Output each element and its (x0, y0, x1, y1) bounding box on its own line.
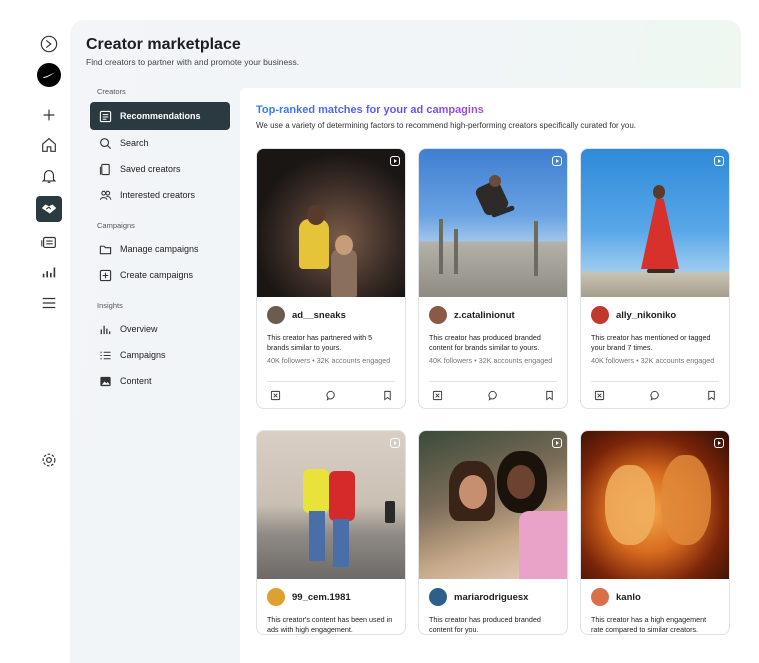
reel-icon (390, 438, 400, 448)
add-box-icon (98, 268, 112, 282)
sidebar-item-label: Overview (120, 324, 158, 334)
section-description: We use a variety of determining factors … (256, 121, 637, 130)
sidebar-item-label: Manage campaigns (120, 244, 199, 254)
creator-card[interactable]: ally_nikoniko This creator has mentioned… (580, 148, 730, 409)
ad-icon[interactable] (269, 389, 281, 401)
sidebar-item-saved-creators[interactable]: Saved creators (90, 156, 230, 182)
sidebar-item-interested-creators[interactable]: Interested creators (90, 182, 230, 208)
sidebar-item-recommendations[interactable]: Recommendations (90, 102, 230, 130)
section-heading: Top-ranked matches for your ad campagins (256, 104, 484, 116)
creator-description: This creator's content has been used in … (267, 615, 393, 634)
left-rail (0, 0, 70, 663)
creator-handle[interactable]: kanlo (616, 592, 641, 603)
creator-stats: 40K followers • 32K accounts engaged (267, 356, 391, 365)
sidebar-item-label: Content (120, 376, 152, 386)
avatar (591, 588, 609, 606)
reel-icon (714, 438, 724, 448)
creator-stats: 40K followers • 32K accounts engaged (429, 356, 553, 365)
bookmark-icon[interactable] (543, 389, 555, 401)
meta-logo-icon[interactable] (36, 31, 62, 57)
reel-icon (714, 156, 724, 166)
image-icon (98, 374, 112, 388)
avatar (267, 588, 285, 606)
creator-handle[interactable]: ally_nikoniko (616, 310, 676, 321)
sidebar-item-label: Search (120, 138, 149, 148)
message-icon[interactable] (487, 389, 499, 401)
sidebar-item-manage-campaigns[interactable]: Manage campaigns (90, 236, 230, 262)
sidebar-item-search[interactable]: Search (90, 130, 230, 156)
creator-content-image[interactable] (419, 149, 567, 297)
creator-description: This creator has mentioned or tagged you… (591, 333, 711, 352)
sidebar-item-label: Create campaigns (120, 270, 194, 280)
avatar (267, 306, 285, 324)
nike-avatar-icon[interactable] (37, 63, 61, 87)
creator-card[interactable]: z.catalinionut This creator has produced… (418, 148, 568, 409)
creator-content-image[interactable] (257, 431, 405, 579)
sidebar-item-content[interactable]: Content (90, 368, 230, 394)
sidebar-item-campaigns-insights[interactable]: Campaigns (90, 342, 230, 368)
interested-icon (98, 188, 112, 202)
sidebar: Creators Recommendations Search Saved cr… (90, 86, 230, 394)
avatar (591, 306, 609, 324)
sidebar-item-overview[interactable]: Overview (90, 316, 230, 342)
creator-description: This creator has produced branded conten… (429, 615, 541, 634)
creator-handle[interactable]: mariarodriguesx (454, 592, 528, 603)
creator-stats: 40K followers • 32K accounts engaged (591, 356, 715, 365)
list-icon (98, 348, 112, 362)
bookmark-icon[interactable] (705, 389, 717, 401)
message-icon[interactable] (649, 389, 661, 401)
bar-chart-icon (98, 322, 112, 336)
saved-icon (98, 162, 112, 176)
plus-icon[interactable] (36, 102, 62, 128)
creator-content-image[interactable] (419, 431, 567, 579)
bell-icon[interactable] (36, 163, 62, 189)
sidebar-item-label: Campaigns (120, 350, 166, 360)
page-subtitle: Find creators to partner with and promot… (86, 57, 300, 67)
creator-description: This creator has partnered with 5 brands… (267, 333, 373, 352)
menu-icon[interactable] (36, 290, 62, 316)
reel-icon (390, 156, 400, 166)
avatar (429, 306, 447, 324)
creator-card[interactable]: 99_cem.1981 This creator's content has b… (256, 430, 406, 635)
settings-icon[interactable] (36, 447, 62, 473)
page-title: Creator marketplace (86, 36, 241, 53)
creator-handle[interactable]: ad__sneaks (292, 310, 346, 321)
ad-icon[interactable] (431, 389, 443, 401)
recommendations-icon (98, 109, 112, 123)
section-label-campaigns: Campaigns (97, 221, 135, 230)
creator-description: This creator has produced branded conten… (429, 333, 541, 352)
app-frame: Creator marketplace Find creators to par… (70, 20, 741, 663)
sidebar-item-label: Recommendations (120, 111, 201, 121)
sidebar-item-create-campaigns[interactable]: Create campaigns (90, 262, 230, 288)
handshake-icon[interactable] (36, 196, 62, 222)
search-icon (98, 136, 112, 150)
section-label-insights: Insights (97, 301, 123, 310)
bookmark-icon[interactable] (381, 389, 393, 401)
home-icon[interactable] (36, 132, 62, 158)
recommendations-panel: Top-ranked matches for your ad campagins… (240, 88, 741, 663)
creator-card[interactable]: kanlo This creator has a high engagement… (580, 430, 730, 635)
sidebar-item-label: Interested creators (120, 190, 196, 200)
insights-icon[interactable] (36, 259, 62, 285)
sidebar-item-label: Saved creators (120, 164, 181, 174)
creator-content-image[interactable] (581, 431, 729, 579)
avatar (429, 588, 447, 606)
creator-handle[interactable]: z.catalinionut (454, 310, 515, 321)
folder-icon (98, 242, 112, 256)
creator-handle[interactable]: 99_cem.1981 (292, 592, 351, 603)
ads-icon[interactable] (36, 229, 62, 255)
message-icon[interactable] (325, 389, 337, 401)
creator-description: This creator has a high engagement rate … (591, 615, 707, 634)
reel-icon (552, 156, 562, 166)
creator-content-image[interactable] (581, 149, 729, 297)
creator-card[interactable]: ad__sneaks This creator has partnered wi… (256, 148, 406, 409)
creator-content-image[interactable] (257, 149, 405, 297)
reel-icon (552, 438, 562, 448)
ad-icon[interactable] (593, 389, 605, 401)
section-label-creators: Creators (97, 87, 126, 96)
creator-card[interactable]: mariarodriguesx This creator has produce… (418, 430, 568, 635)
